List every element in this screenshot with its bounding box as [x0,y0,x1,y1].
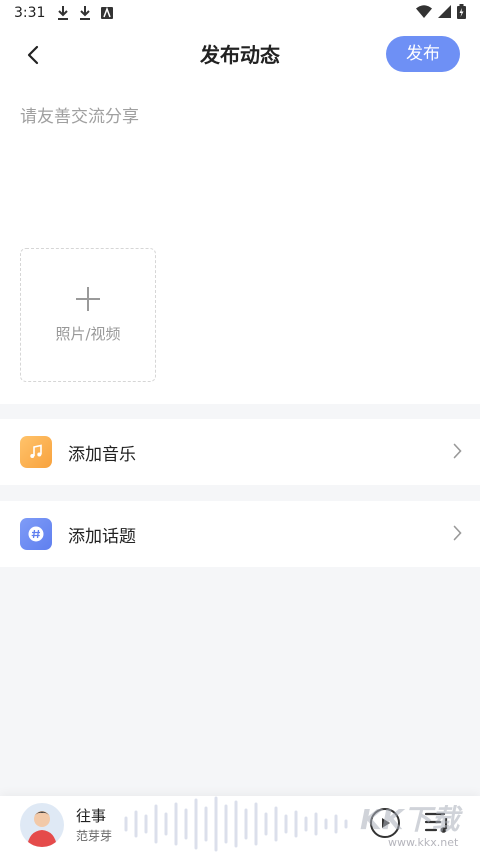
add-topic-label: 添加话题 [68,526,136,547]
publish-button[interactable]: 发布 [386,36,460,72]
add-media-label: 照片/视频 [55,324,121,343]
chevron-right-icon [453,525,462,541]
post-editor-panel: 发布动态 发布 照片/视频 [0,26,480,404]
song-artist: 范芽芽 [76,829,113,843]
add-music-row[interactable]: 添加音乐 [0,419,480,485]
waveform-icon [124,796,348,852]
chevron-right-icon [453,443,462,459]
hashtag-icon [20,518,52,550]
song-title: 往事 [76,807,107,825]
download-icon [58,6,69,20]
wifi-icon [416,5,432,18]
app-notification-icon [101,7,114,19]
signal-icon [438,5,451,18]
post-content-input[interactable] [20,102,460,232]
status-bar: 3:31 [0,0,480,26]
watermark-url: www.kkx.net [388,836,459,849]
download-icon [80,6,91,20]
add-topic-row[interactable]: 添加话题 [0,501,480,567]
music-note-icon [20,436,52,468]
plus-icon [76,286,100,311]
status-time: 3:31 [14,5,46,21]
add-media-button[interactable]: 照片/视频 [20,248,156,382]
battery-icon [457,4,466,19]
avatar [20,803,64,847]
watermark-logo: KK下载 [360,803,460,836]
add-music-label: 添加音乐 [68,444,136,465]
